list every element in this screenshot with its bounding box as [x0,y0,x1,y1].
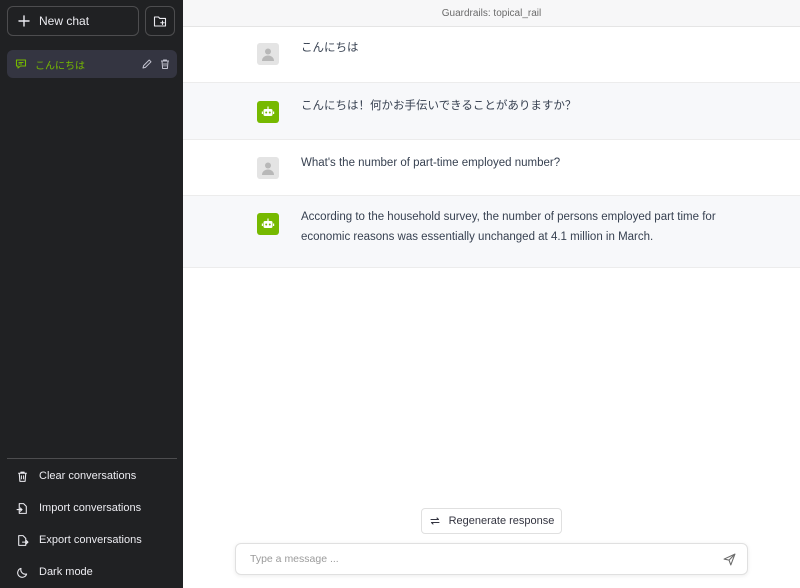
regenerate-response-button[interactable]: Regenerate response [421,508,562,534]
export-conversations-button[interactable]: Export conversations [7,524,177,556]
message-input-box [235,543,748,575]
regenerate-label: Regenerate response [448,515,555,527]
conversation-label: こんにちは [35,60,85,72]
moon-icon [17,567,28,578]
message-text: What's the number of part-time employed … [301,157,561,169]
refresh-icon [430,517,440,525]
message-row-user: What's the number of part-time employed … [183,140,800,196]
user-avatar [257,43,279,65]
import-conversations-label: Import conversations [39,502,142,514]
sidebar: New chat こんにちは Clear conversations Impor… [0,0,183,588]
chat-bubble-icon [15,59,27,69]
bot-avatar [257,101,279,123]
message-input[interactable] [248,552,721,566]
user-avatar [257,157,279,179]
message-row-user: こんにちは [183,27,800,83]
robot-icon [261,218,275,228]
export-conversations-label: Export conversations [39,534,142,546]
conversation-actions [141,58,171,70]
new-chat-label: New chat [39,14,90,28]
plus-icon [18,15,30,27]
trash-icon[interactable] [159,58,171,70]
message-text: According to the household survey, the n… [301,211,716,243]
clear-conversations-button[interactable]: Clear conversations [7,460,177,492]
sidebar-settings: Clear conversations Import conversations… [7,458,177,588]
message-text: こんにちは！何かお手伝いできることがありますか？ [301,100,577,112]
new-chat-button[interactable]: New chat [7,6,139,36]
folder-plus-icon [153,16,167,27]
sidebar-top-row: New chat [7,6,175,36]
file-export-icon [18,534,29,546]
file-import-icon [16,502,27,514]
send-icon [723,553,735,565]
conversation-item[interactable]: こんにちは [7,50,177,78]
import-conversations-button[interactable]: Import conversations [7,492,177,524]
chat-main: Guardrails: topical_rail こんにちは こんにちは！何かお… [183,0,800,588]
user-icon [262,48,274,61]
message-row-assistant: According to the household survey, the n… [183,196,800,268]
chat-header: Guardrails: topical_rail [183,0,800,27]
robot-icon [261,106,275,116]
user-icon [262,162,274,175]
dark-mode-button[interactable]: Dark mode [7,556,177,588]
message-text: こんにちは [301,42,359,54]
header-title: Guardrails: topical_rail [441,7,542,19]
dark-mode-label: Dark mode [39,566,93,578]
message-row-assistant: こんにちは！何かお手伝いできることがありますか？ [183,83,800,140]
pencil-icon[interactable] [141,58,153,70]
new-folder-button[interactable] [145,6,175,36]
trash-icon [18,471,27,482]
bot-avatar [257,213,279,235]
clear-conversations-label: Clear conversations [39,470,137,482]
send-button[interactable] [721,551,737,567]
